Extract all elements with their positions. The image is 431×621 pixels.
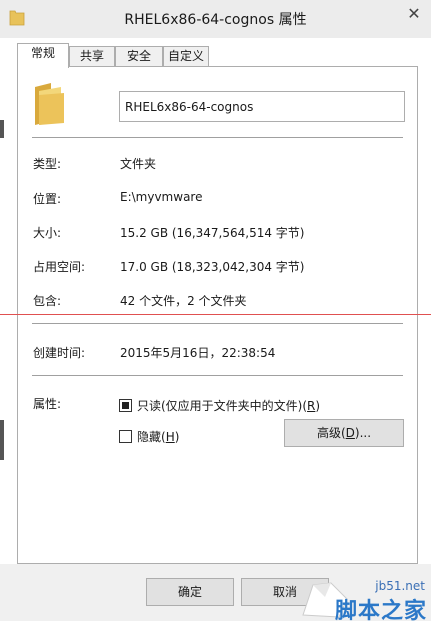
tab-general[interactable]: 常规 [17,43,69,68]
readonly-label: 只读(仅应用于文件夹中的文件)(R) [137,399,321,413]
readonly-checkbox[interactable] [119,399,132,412]
close-button[interactable]: ✕ [401,2,427,24]
size-on-disk-label: 占用空间: [33,260,86,274]
watermark: jb51.net 脚本之家 [291,571,431,621]
watermark-text: 脚本之家 [334,599,427,621]
general-panel [17,66,418,564]
tab-security[interactable]: 安全 [115,46,163,67]
size-value: 15.2 GB (16,347,564,514 字节) [120,226,305,240]
created-label: 创建时间: [33,346,86,360]
created-value: 2015年5月16日，22:38:54 [120,346,276,360]
type-label: 类型: [33,157,62,171]
watermark-url: jb51.net [375,579,425,593]
location-value: E:\myvmware [120,190,203,204]
hidden-checkbox[interactable] [119,430,132,443]
accent-line [0,314,431,315]
contains-value: 42 个文件，2 个文件夹 [120,294,247,308]
hidden-checkbox-row[interactable]: 隐藏(H) [119,428,179,445]
location-label: 位置: [33,192,62,206]
window-title: RHEL6x86-64-cognos 属性 [124,12,307,28]
title-bar: RHEL6x86-64-cognos 属性 ✕ [0,0,431,38]
divider [32,323,403,324]
type-value: 文件夹 [120,157,157,171]
attributes-label: 属性: [33,397,62,411]
readonly-checkbox-row[interactable]: 只读(仅应用于文件夹中的文件)(R) [119,397,320,414]
size-label: 大小: [33,226,62,240]
close-icon: ✕ [407,3,421,23]
contains-label: 包含: [33,294,62,308]
tab-sharing[interactable]: 共享 [69,46,115,67]
folder-icon [35,83,64,125]
advanced-button[interactable]: 高级(D)... [284,419,404,447]
divider [32,375,403,376]
folder-name-input[interactable] [119,91,405,122]
hidden-label: 隐藏(H) [137,430,180,444]
background-window-edge [0,120,4,138]
divider [32,137,403,138]
ok-button[interactable]: 确定 [146,578,234,606]
size-on-disk-value: 17.0 GB (18,323,042,304 字节) [120,260,305,274]
background-window-edge [0,420,4,460]
tab-customize[interactable]: 自定义 [163,46,209,67]
